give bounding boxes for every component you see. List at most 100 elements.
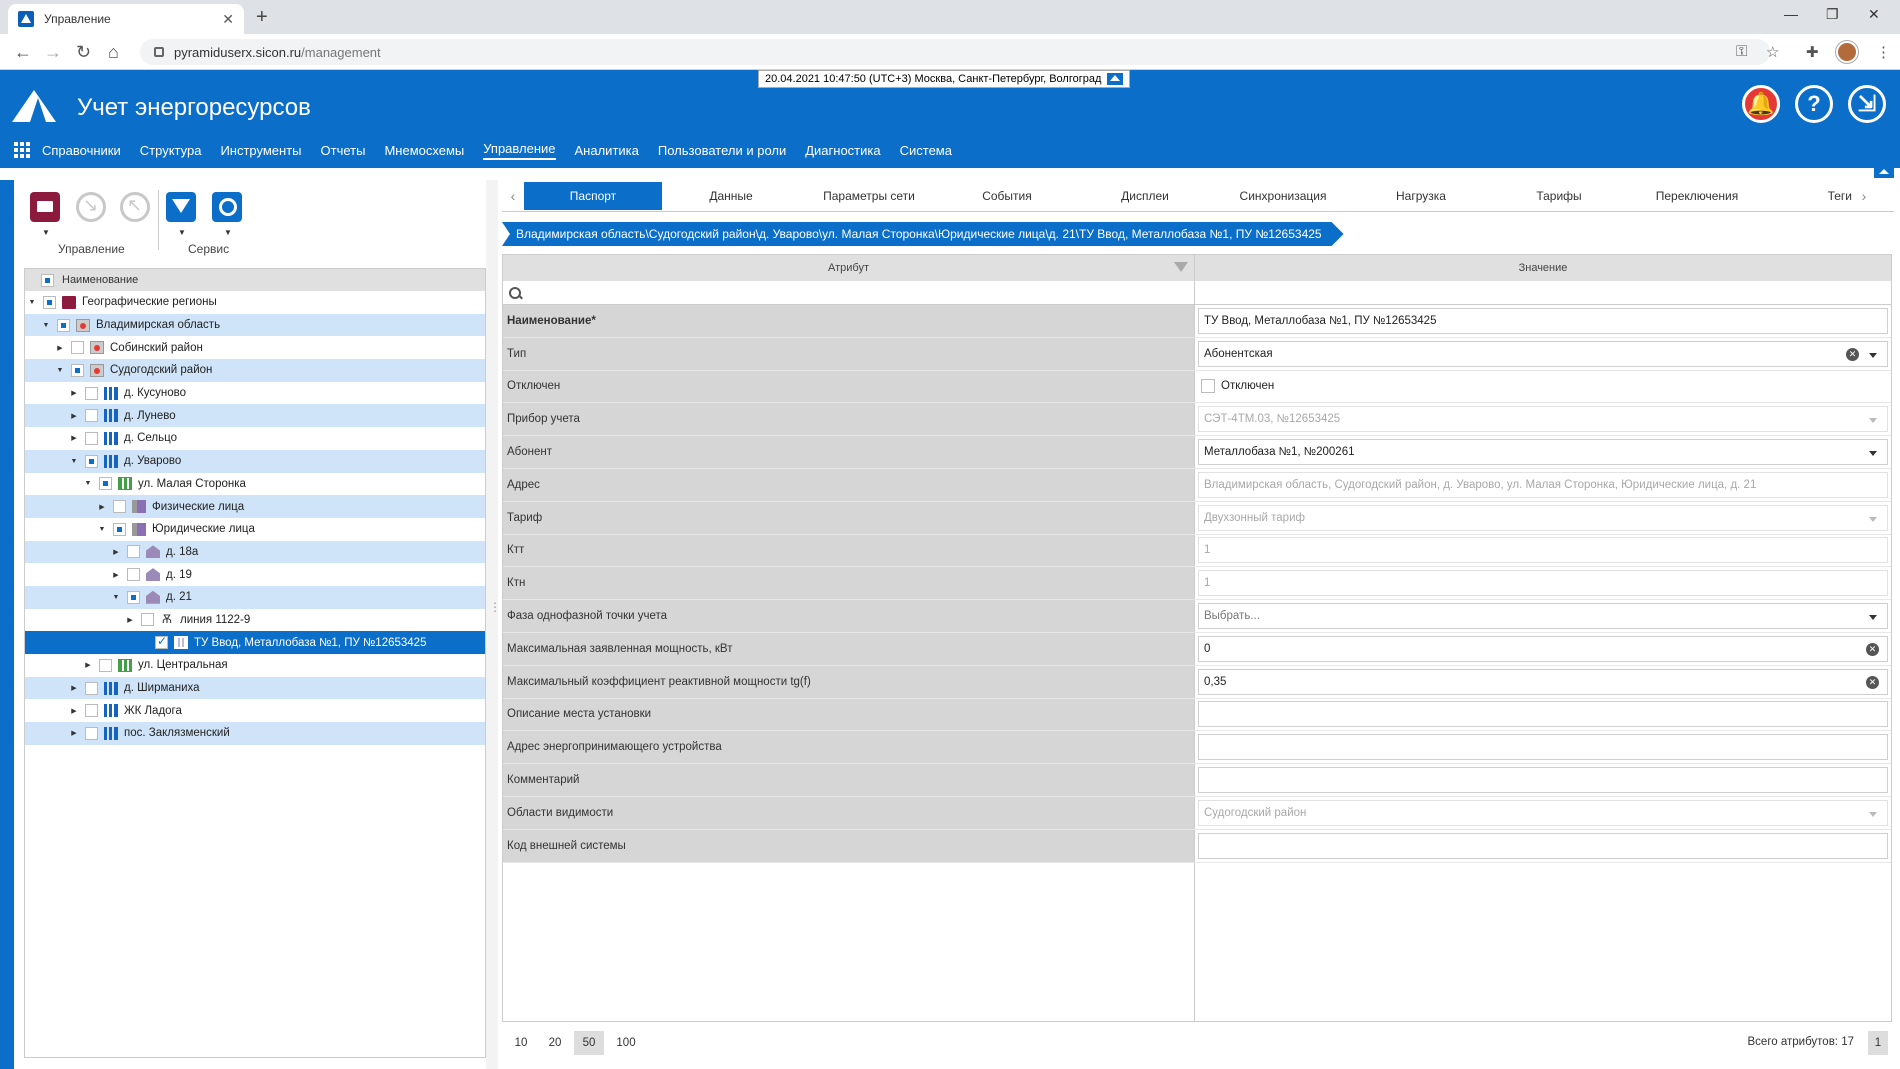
tree-node[interactable]: ▶ д. Кусуново (25, 382, 485, 405)
folder-icon[interactable] (30, 192, 60, 222)
tab-passport[interactable]: Паспорт (524, 181, 662, 210)
minimize-icon[interactable]: — (1784, 6, 1798, 22)
tree-node[interactable]: ▶ д. 19 (25, 563, 485, 586)
clear-value-icon[interactable]: ✕ (1866, 675, 1879, 689)
tree-node[interactable]: ▼ д. 21 (25, 585, 485, 609)
tree-node[interactable]: ▶ ЖК Ладога (25, 699, 485, 722)
collapse-arrow-icon[interactable]: ▼ (83, 480, 93, 487)
panel-splitter[interactable] (486, 180, 501, 1069)
tree-node-checkbox[interactable] (85, 454, 98, 468)
expand-arrow-icon[interactable]: ▶ (111, 571, 121, 579)
move-in-icon[interactable] (76, 192, 106, 222)
search-icon[interactable] (212, 192, 242, 222)
expand-arrow-icon[interactable]: ▶ (69, 729, 79, 737)
collapse-arrow-icon[interactable]: ▼ (55, 367, 65, 374)
disabled-checkbox-field[interactable]: Отключен (1198, 379, 1274, 394)
grid-header-attribute[interactable]: Атрибут (503, 255, 1195, 281)
menu-item-mnemoshemy[interactable]: Мнемосхемы (384, 143, 464, 158)
value-select[interactable]: Абонентская ✕ (1198, 340, 1888, 367)
tab-data[interactable]: Данные (662, 182, 800, 210)
tree-node-checkbox[interactable] (99, 477, 112, 491)
tabs-scroll-right-icon[interactable]: › (1852, 188, 1876, 204)
search-dropdown-icon[interactable]: ▼ (224, 228, 232, 237)
tree-node[interactable]: ▶ д. 18а (25, 540, 485, 564)
column-filter-icon[interactable] (1174, 262, 1188, 272)
tab-load[interactable]: Нагрузка (1352, 182, 1490, 210)
page-size-20[interactable]: 20 (540, 1031, 570, 1055)
value-input[interactable] (1198, 767, 1888, 794)
tree-node[interactable]: ▶ Ѫлиния 1122-9 (25, 609, 485, 632)
tree-node-checkbox[interactable] (113, 522, 126, 536)
menu-item-upravlenie[interactable]: Управление (483, 141, 556, 160)
page-size-100[interactable]: 100 (608, 1031, 644, 1055)
value-select[interactable]: Металлобаза №1, №200261 (1198, 439, 1888, 466)
tab-displays[interactable]: Дисплеи (1076, 182, 1214, 210)
expand-arrow-icon[interactable]: ▶ (69, 389, 79, 397)
forward-icon[interactable]: → (44, 42, 62, 63)
back-icon[interactable]: ← (14, 42, 32, 63)
tree-node-checkbox[interactable] (71, 341, 84, 355)
help-icon[interactable]: ? (1795, 85, 1833, 123)
menu-item-otchety[interactable]: Отчеты (321, 143, 366, 158)
tree-node-checkbox[interactable] (85, 726, 98, 740)
tree-node-checkbox[interactable] (127, 545, 140, 559)
tree-node[interactable]: ▼ Географические регионы (25, 291, 485, 314)
bookmark-star-icon[interactable]: ☆ (1766, 43, 1779, 61)
tree-node-checkbox[interactable] (141, 613, 154, 627)
tree-node[interactable]: ▼ д. Уварово (25, 449, 485, 473)
expand-arrow-icon[interactable]: ▶ (69, 707, 79, 715)
tree-node-checkbox[interactable] (113, 500, 126, 514)
tab-switching[interactable]: Переключения (1628, 182, 1766, 210)
expand-arrow-icon[interactable]: ▶ (111, 548, 121, 556)
apps-grid-icon[interactable] (14, 142, 30, 158)
tab-tariffs[interactable]: Тарифы (1490, 182, 1628, 210)
collapse-header-icon[interactable] (1874, 166, 1894, 178)
tree-node[interactable]: ТУ Ввод, Металлобаза №1, ПУ №12653425 (25, 631, 485, 654)
tree-node-checkbox[interactable] (85, 431, 98, 445)
menu-item-sistema[interactable]: Система (900, 143, 952, 158)
tree-select-all-checkbox[interactable] (41, 273, 54, 287)
dropdown-arrow-icon[interactable] (1869, 451, 1877, 457)
disabled-checkbox[interactable] (1201, 379, 1215, 394)
tree-node[interactable]: ▶ ул. Центральная (25, 654, 485, 677)
filter-dropdown-icon[interactable]: ▼ (178, 228, 186, 237)
page-size-50[interactable]: 50 (574, 1031, 604, 1055)
tree-node[interactable]: ▶ пос. Заклязменский (25, 722, 485, 745)
collapse-arrow-icon[interactable]: ▼ (97, 526, 107, 533)
tab-network-params[interactable]: Параметры сети (800, 182, 938, 210)
menu-item-struktura[interactable]: Структура (140, 143, 202, 158)
close-tab-icon[interactable]: ✕ (222, 11, 234, 28)
tree-node-checkbox[interactable] (155, 634, 168, 650)
menu-item-instrumenty[interactable]: Инструменты (220, 143, 301, 158)
value-input[interactable] (1198, 832, 1888, 859)
collapse-arrow-icon[interactable]: ▼ (27, 299, 37, 306)
maximize-icon[interactable]: ❐ (1826, 6, 1839, 23)
expand-arrow-icon[interactable]: ▶ (125, 616, 135, 624)
value-input[interactable]: 0,35 ✕ (1198, 668, 1888, 695)
expand-arrow-icon[interactable]: ▶ (69, 684, 79, 692)
reload-icon[interactable]: ↻ (76, 42, 91, 63)
clear-value-icon[interactable]: ✕ (1866, 642, 1879, 656)
datetime-banner[interactable]: 20.04.2021 10:47:50 (UTC+3) Москва, Санк… (758, 70, 1131, 88)
close-window-icon[interactable]: ✕ (1868, 6, 1880, 23)
menu-item-spravochniki[interactable]: Справочники (42, 143, 121, 158)
tree-node-checkbox[interactable] (85, 386, 98, 400)
clear-value-icon[interactable]: ✕ (1846, 347, 1859, 361)
tree-node[interactable]: ▶ д. Сельцо (25, 427, 485, 450)
new-tab-icon[interactable]: + (256, 6, 268, 29)
collapse-up-icon[interactable] (1107, 73, 1124, 85)
collapse-arrow-icon[interactable]: ▼ (69, 458, 79, 465)
tree-node-checkbox[interactable] (85, 704, 98, 718)
key-icon[interactable]: ⚿ (1736, 43, 1747, 60)
expand-arrow-icon[interactable]: ▶ (83, 661, 93, 669)
tree-node-checkbox[interactable] (43, 295, 56, 309)
browser-menu-icon[interactable]: ⋮ (1876, 43, 1891, 61)
value-input[interactable] (1198, 734, 1888, 761)
value-input[interactable] (1198, 701, 1888, 728)
tree-node[interactable]: ▼ Судогодский район (25, 359, 485, 382)
tree-node[interactable]: ▼ Юридические лица (25, 518, 485, 541)
tree-node[interactable]: ▼ ул. Малая Сторонка (25, 473, 485, 496)
tree-node-checkbox[interactable] (127, 568, 140, 582)
tabs-scroll-left-icon[interactable]: ‹ (502, 188, 524, 204)
tab-tags[interactable]: Теги (1766, 182, 1852, 210)
